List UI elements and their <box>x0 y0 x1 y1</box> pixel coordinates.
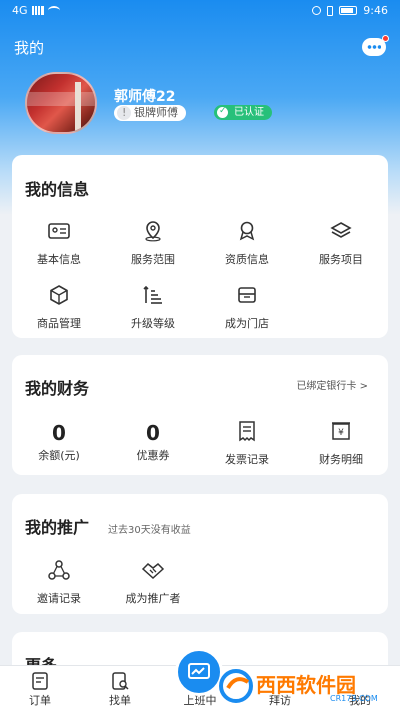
box-icon <box>50 285 68 305</box>
work-status-button[interactable] <box>175 648 223 696</box>
share-nodes-icon <box>48 560 70 580</box>
info-card: 我的信息 基本信息 服务范围 资质信息 服务项目 商品管理 升级等级 成为门店 <box>12 155 388 338</box>
id-card-icon <box>48 223 70 239</box>
balance-label: 余额(元) <box>38 449 80 462</box>
message-button[interactable] <box>362 35 389 56</box>
grid-basic-info[interactable]: 基本信息 <box>12 219 106 267</box>
balance-value[interactable]: 0 <box>12 421 106 445</box>
grid-upgrade-level[interactable]: 升级等级 <box>106 283 200 331</box>
info-title: 我的信息 <box>25 180 90 199</box>
bank-card-link[interactable]: 已绑定银行卡 > <box>296 377 368 392</box>
svg-text:¥: ¥ <box>338 428 344 438</box>
invoice-record-button[interactable]: 发票记录 <box>200 419 294 467</box>
unread-badge <box>382 35 389 42</box>
coupon-label: 优惠券 <box>136 449 170 462</box>
watermark-logo: 西西软件园 CR173.COM <box>219 669 378 703</box>
promo-card: 我的推广 过去30天没有收益 邀请记录 成为推广者 <box>12 494 388 614</box>
orders-icon <box>32 672 48 690</box>
wifi-icon <box>47 6 60 15</box>
chat-icon <box>367 45 381 49</box>
clock-text: 9:46 <box>363 4 388 17</box>
layers-icon <box>330 222 352 238</box>
info-icon <box>117 105 131 121</box>
grid-become-store[interactable]: 成为门店 <box>200 283 294 331</box>
levels-icon <box>143 285 162 304</box>
invite-record-button[interactable]: 邀请记录 <box>12 558 106 606</box>
svg-text:CR173.COM: CR173.COM <box>330 694 378 703</box>
promo-note: 过去30天没有收益 <box>108 525 191 536</box>
finance-title: 我的财务 <box>25 379 90 398</box>
handshake-icon <box>141 562 165 580</box>
tab-find[interactable]: 找单 <box>80 666 160 710</box>
location-icon <box>145 221 161 242</box>
status-bar: 4G 9:46 <box>0 0 400 22</box>
tab-orders[interactable]: 订单 <box>0 666 80 710</box>
page-title: 我的 <box>14 39 45 57</box>
check-icon <box>217 104 228 119</box>
grid-goods-manage[interactable]: 商品管理 <box>12 283 106 331</box>
network-label: 4G <box>12 4 28 17</box>
become-promoter-button[interactable]: 成为推广者 <box>106 558 200 606</box>
finance-card: 我的财务 已绑定银行卡 > 0 余额(元) 0 优惠券 发票记录 ¥ 财务明细 <box>12 355 388 475</box>
grid-service-items[interactable]: 服务项目 <box>294 219 388 267</box>
chart-icon <box>188 663 210 679</box>
level-badge[interactable]: 银牌师傅 <box>114 105 186 121</box>
finance-detail-button[interactable]: ¥ 财务明细 <box>294 419 388 467</box>
medal-icon <box>239 221 255 241</box>
certified-badge: 已认证 <box>214 104 272 120</box>
alarm-icon <box>312 6 322 15</box>
invoice-icon <box>239 421 255 442</box>
battery-icon <box>339 6 358 15</box>
signal-icon <box>31 6 44 15</box>
promo-title: 我的推广 <box>25 518 90 537</box>
yuan-ledger-icon: ¥ <box>332 422 350 440</box>
vibrate-icon <box>327 5 334 16</box>
store-icon <box>238 287 256 303</box>
find-order-icon <box>112 672 129 690</box>
coupon-value[interactable]: 0 <box>106 421 200 445</box>
grid-qualification[interactable]: 资质信息 <box>200 219 294 267</box>
grid-service-area[interactable]: 服务范围 <box>106 219 200 267</box>
avatar[interactable] <box>25 72 97 134</box>
user-name: 郭师傅22 <box>114 89 176 105</box>
